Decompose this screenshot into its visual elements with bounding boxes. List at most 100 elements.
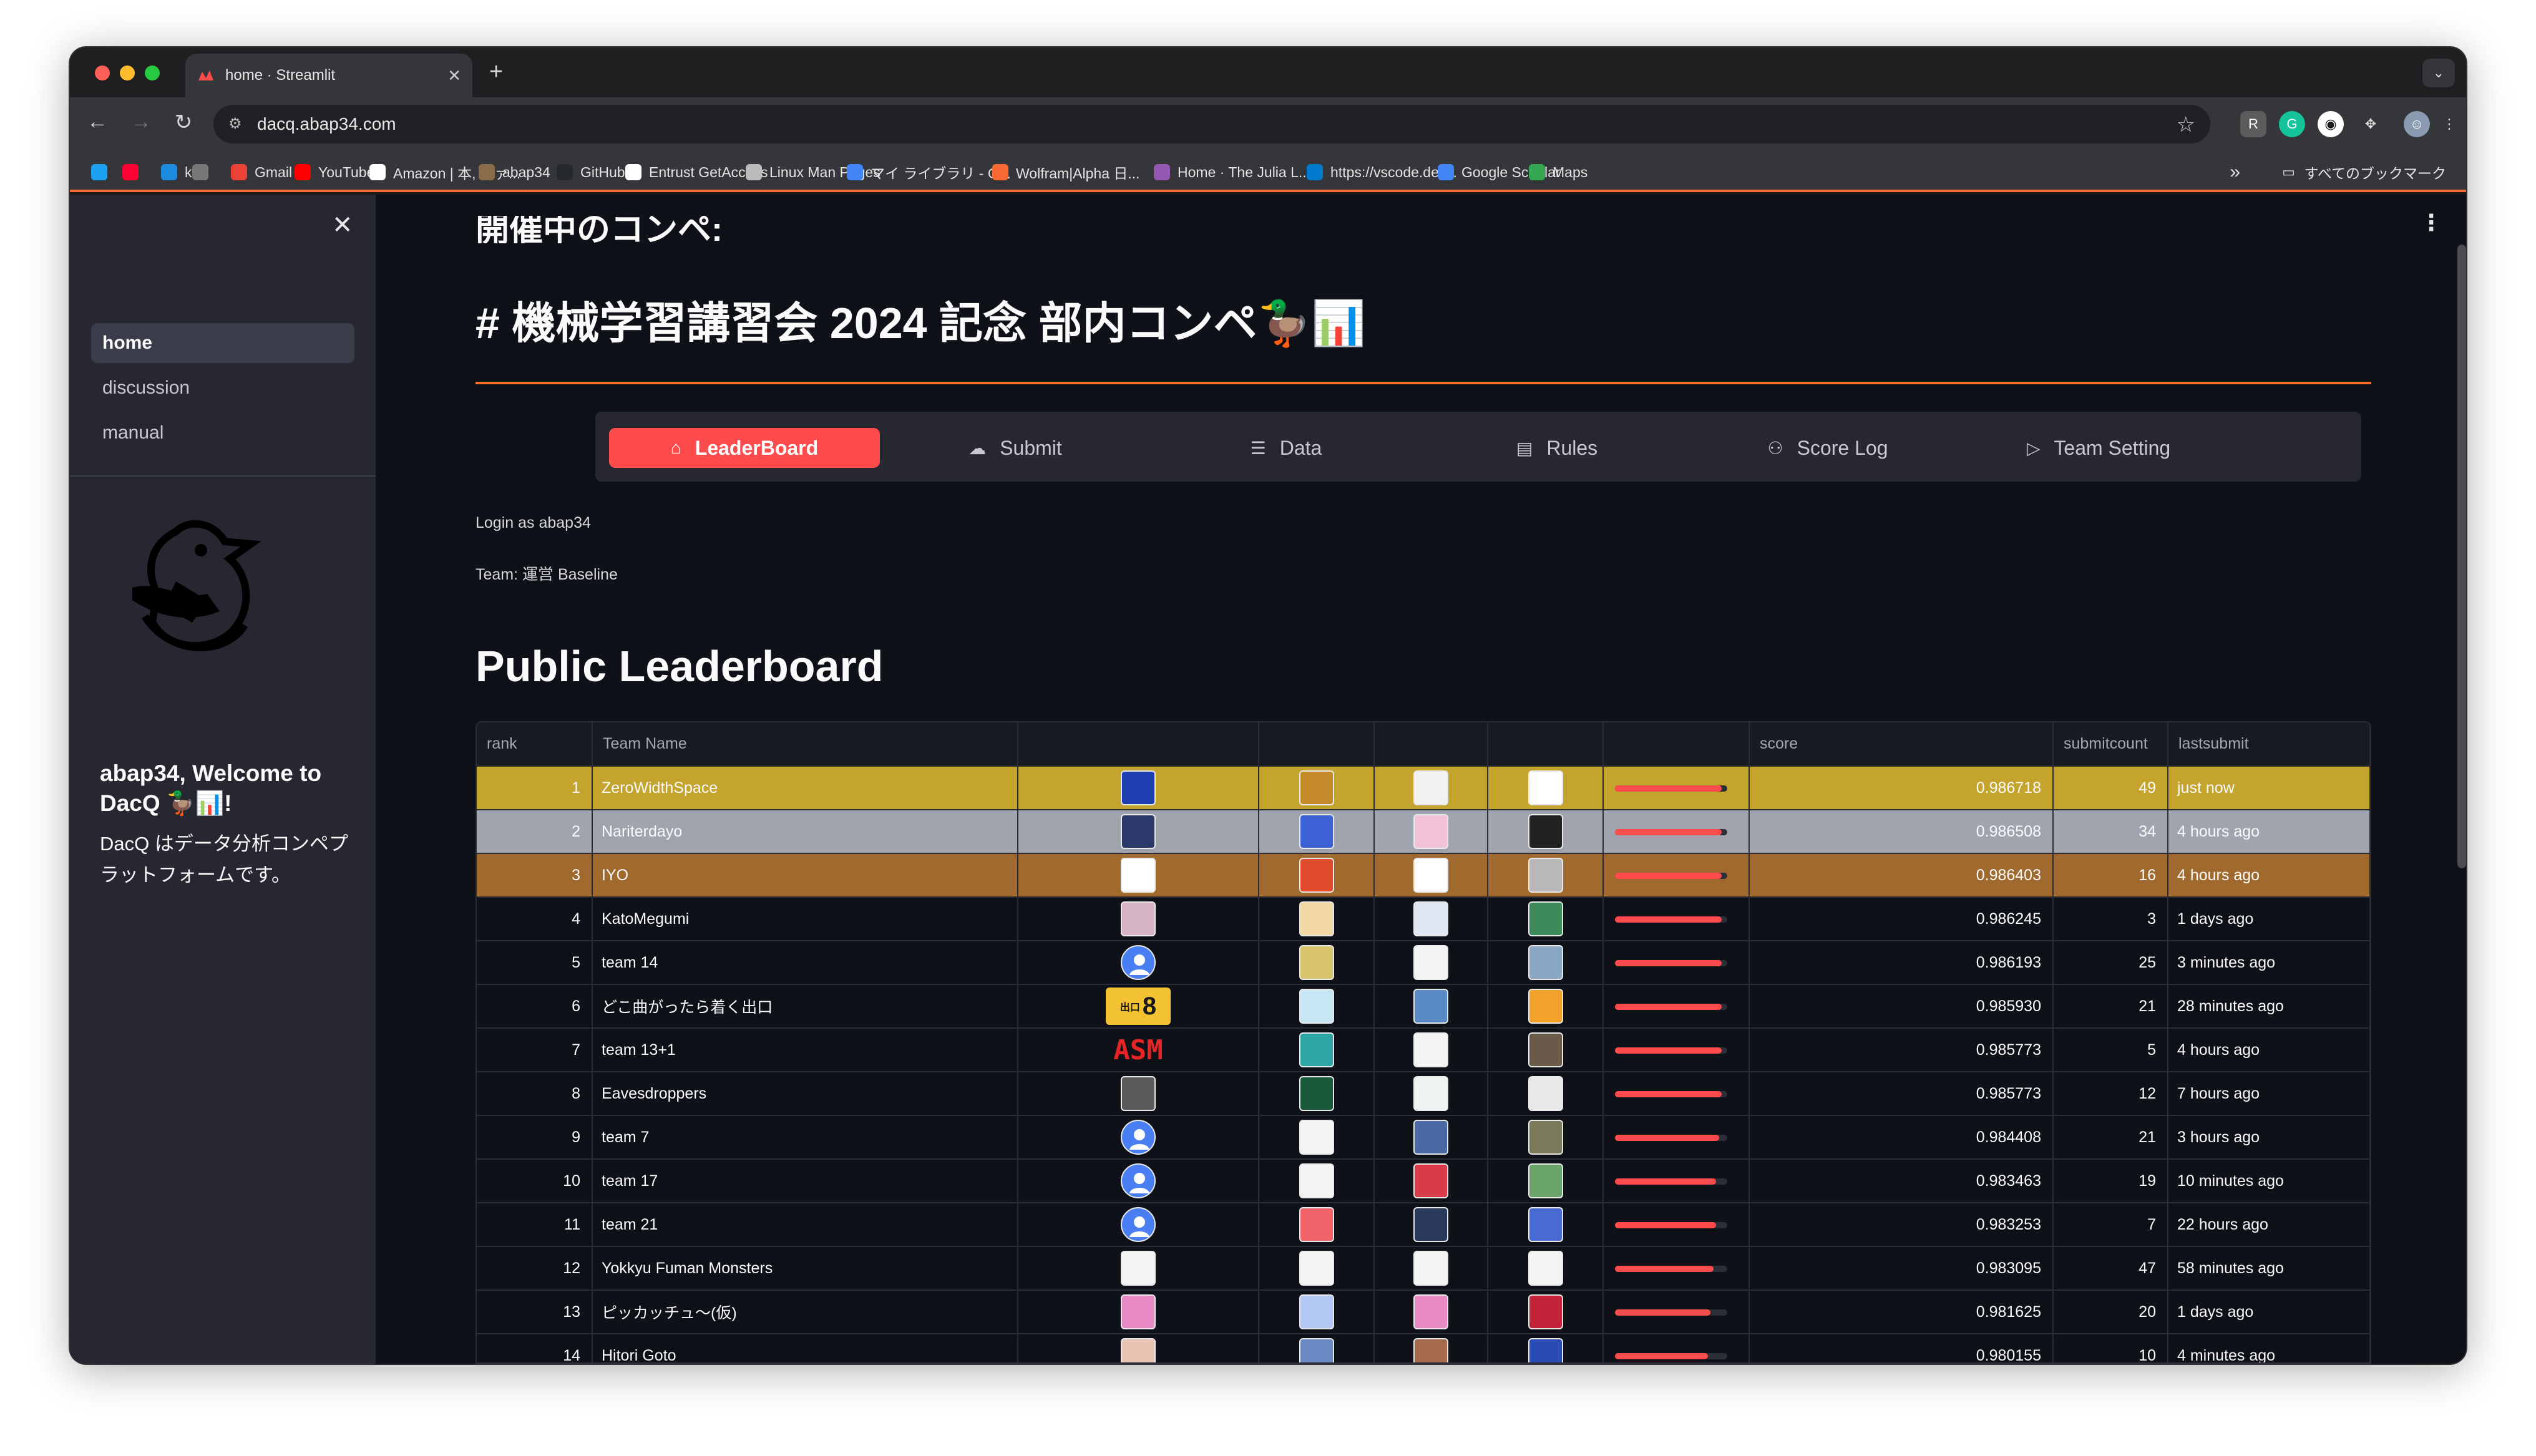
score-bar-fill [1615,1352,1709,1359]
bookmark-item[interactable] [192,162,216,182]
lastsubmit-cell: 28 minutes ago [2168,984,2370,1029]
table-row[interactable]: 8 Eavesdroppers 0.985773 12 7 hours ago [477,1072,2370,1116]
minimize-window-button[interactable] [120,66,135,80]
column-header[interactable] [1018,722,1259,767]
column-header[interactable]: lastsubmit [2168,722,2370,767]
tab-score-log[interactable]: ⚇ Score Log [1692,428,1963,468]
bookmark-item[interactable] [122,162,146,182]
score-bar-cell [1603,897,1750,941]
avatar-cell [1259,1072,1375,1116]
score-bar [1615,1265,1727,1272]
bookmark-star-icon[interactable]: ☆ [2177,112,2195,137]
tab-submit[interactable]: ☁ Submit [880,428,1151,468]
table-row[interactable]: 10 team 17 0.983463 19 10 minutes ago [477,1159,2370,1203]
table-row[interactable]: 2 Nariterdayo 0.986508 34 4 hours ago [477,810,2370,854]
tab-search-button[interactable]: ⌄ [2422,59,2455,87]
bookmark-item[interactable]: GitHub [557,162,625,182]
all-bookmarks-folder[interactable]: ▭ すべてのブックマーク [2281,162,2446,182]
browser-menu-icon[interactable]: ⋮ [2436,111,2462,137]
sidebar-item-discussion[interactable]: discussion [91,368,354,408]
leaderboard-table[interactable]: rank Team Name score submitcount lastsubmit … [476,721,2371,1364]
tab-team-setting[interactable]: ▷ Team Setting [1963,428,2234,468]
table-row[interactable]: 5 team 14 0.986193 25 3 minutes ago [477,941,2370,985]
column-header[interactable]: Team Name [592,722,1018,767]
team-name-cell: Eavesdroppers [592,1072,1018,1116]
table-row[interactable]: 11 team 21 0.983253 7 22 hours ago [477,1203,2370,1247]
column-header[interactable]: rank [477,722,593,767]
bookmark-item[interactable]: Maps [1529,162,1587,182]
score-bar-fill [1615,828,1722,835]
column-header[interactable] [1259,722,1375,767]
section-heading-cut: 開催中のコンペ: [476,216,723,243]
extensions-puzzle-icon[interactable]: ✥ [2358,111,2384,137]
bookmarks-overflow-button[interactable]: » [2230,162,2240,182]
tab-leaderboard[interactable]: ⌂ LeaderBoard [609,428,880,468]
table-row[interactable]: 14 Hitori Goto 0.980155 10 4 minutes ago [477,1334,2370,1362]
score-bar-fill [1615,1134,1720,1141]
table-row[interactable]: 12 Yokkyu Fuman Monsters 0.983095 47 58 minu… [477,1246,2370,1291]
bookmark-item[interactable]: Home · The Julia L... [1154,162,1310,182]
rank-cell: 7 [477,1028,593,1072]
extension-circle-icon[interactable]: ◉ [2318,111,2344,137]
avatar-cell [1259,897,1375,941]
avatar-cell [1259,1246,1375,1291]
bookmark-item[interactable]: Gmail [231,162,292,182]
profile-avatar[interactable]: ☺ [2404,111,2430,137]
site-settings-icon[interactable]: ⚙ [228,115,242,133]
dots-icon [192,164,208,180]
rank-cell: 1 [477,766,593,810]
forward-button[interactable]: → [127,110,155,134]
column-header[interactable]: submitcount [2053,722,2168,767]
bookmark-item[interactable]: https://vscode.dev... [1307,162,1457,182]
bookmark-item[interactable]: abap34 [479,162,550,182]
table-row[interactable]: 13 ピッカッチュ〜(仮) 0.981625 20 1 days ago [477,1290,2370,1334]
browser-tab[interactable]: home · Streamlit ✕ [185,54,472,97]
bookmark-item[interactable]: Wolfram|Alpha 日... [992,162,1140,182]
score-cell: 0.985773 [1749,1028,2054,1072]
address-bar[interactable]: ⚙ dacq.abap34.com ☆ [213,105,2210,143]
grammarly-icon[interactable]: G [2279,111,2305,137]
table-row[interactable]: 9 team 7 0.984408 21 3 hours ago [477,1115,2370,1160]
submitcount-cell: 5 [2053,1028,2168,1072]
avatar [1413,1163,1448,1198]
sidebar-item-manual[interactable]: manual [91,413,354,453]
tab-rules[interactable]: ▤ Rules [1422,428,1692,468]
table-row[interactable]: 3 IYO 0.986403 16 4 hours ago [477,853,2370,898]
reload-button[interactable]: ↻ [170,110,197,135]
column-header[interactable] [1374,722,1488,767]
column-header[interactable] [1603,722,1750,767]
table-row[interactable]: 4 KatoMegumi 0.986245 3 1 days ago [477,897,2370,941]
close-window-button[interactable] [95,66,110,80]
new-tab-button[interactable]: + [489,59,503,85]
score-bar-fill [1615,1047,1722,1054]
table-row[interactable]: 1 ZeroWidthSpace 0.986718 49 just now [477,766,2370,810]
table-row[interactable]: 7 team 13+1 ASM 0.985773 5 4 hours ago [477,1028,2370,1072]
page-scrollbar[interactable] [2457,245,2466,868]
back-button[interactable]: ← [84,110,111,134]
bookmark-item[interactable]: k [161,162,192,182]
bookmark-item[interactable] [91,162,115,182]
extension-r-icon[interactable]: R [2240,111,2266,137]
login-text: Login as abap34 [476,514,591,531]
table-row[interactable]: 6 どこ曲がったら着く出口 出口 8 0.985930 21 28 minutes ago [477,984,2370,1029]
bookmark-item[interactable]: YouTube [295,162,374,182]
lastsubmit-cell: 7 hours ago [2168,1072,2370,1116]
tab-close-icon[interactable]: ✕ [447,66,461,85]
score-bar-fill [1615,959,1722,966]
avatar-cell [1018,1072,1259,1116]
rank-cell: 11 [477,1203,593,1247]
main-menu-icon[interactable]: ⋮ [2420,210,2442,236]
column-header[interactable]: score [1749,722,2054,767]
sidebar-close-icon[interactable]: ✕ [332,211,353,240]
avatar-cell [1259,984,1375,1029]
sidebar-item-home[interactable]: home [91,323,354,363]
score-bar-fill [1615,916,1722,923]
bookmark-item[interactable]: マイ ライブラリ - G... [847,162,1011,182]
maximize-window-button[interactable] [145,66,160,80]
tab-data[interactable]: ☰ Data [1151,428,1422,468]
list-icon: ☰ [1250,438,1266,458]
submitcount-cell: 16 [2053,853,2168,898]
arrow-right-icon: → [130,110,152,133]
column-header[interactable] [1488,722,1604,767]
abap34-icon [479,164,495,180]
